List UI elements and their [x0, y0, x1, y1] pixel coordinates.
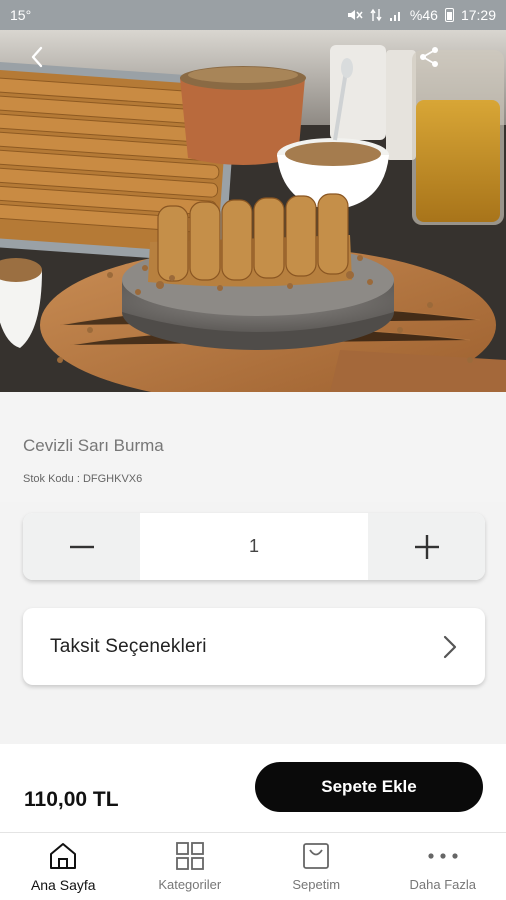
- tab-categories[interactable]: Kategoriler: [127, 833, 254, 900]
- installment-options-row[interactable]: Taksit Seçenekleri: [23, 608, 485, 685]
- tab-categories-label: Kategoriler: [158, 877, 222, 892]
- tab-more[interactable]: Daha Fazla: [380, 833, 506, 900]
- grid-icon: [175, 842, 204, 870]
- status-temperature: 15°: [10, 7, 32, 23]
- status-icons: %46 17:29: [347, 7, 496, 23]
- increase-quantity-button[interactable]: [368, 513, 485, 580]
- share-button[interactable]: [414, 42, 444, 72]
- purchase-bar: 110,00 TL Sepete Ekle: [0, 744, 506, 832]
- quantity-stepper: 1: [23, 513, 485, 580]
- mute-icon: [347, 8, 363, 22]
- minus-icon: [69, 545, 94, 548]
- tab-home[interactable]: Ana Sayfa: [0, 833, 127, 900]
- shopping-bag-icon: [303, 843, 330, 869]
- tab-home-label: Ana Sayfa: [30, 877, 96, 893]
- stock-code-value: DFGHKVX6: [82, 473, 143, 485]
- tab-more-label: Daha Fazla: [409, 877, 476, 892]
- signal-icon: [389, 8, 403, 22]
- quantity-value[interactable]: 1: [140, 513, 368, 580]
- bottom-tab-bar: Ana Sayfa Kategoriler Sepetim Daha Fazla: [0, 832, 506, 900]
- share-icon: [420, 47, 438, 67]
- status-time: 17:29: [460, 7, 496, 23]
- data-arrows-icon: [370, 8, 382, 22]
- battery-icon: [444, 8, 454, 22]
- tab-cart-label: Sepetim: [292, 877, 341, 892]
- product-image: [0, 30, 506, 392]
- stock-code-line: Stok Kodu : DFGHKVX6: [23, 473, 142, 485]
- product-info: Cevizli Sarı Burma Stok Kodu : DFGHKVX6: [0, 392, 506, 502]
- back-button[interactable]: [22, 42, 52, 72]
- plus-icon: [414, 534, 439, 559]
- home-icon: [50, 843, 77, 869]
- decrease-quantity-button[interactable]: [23, 513, 140, 580]
- tab-cart[interactable]: Sepetim: [253, 833, 380, 900]
- battery-percent: %46: [409, 7, 438, 23]
- chevron-right-icon: [443, 635, 457, 658]
- status-bar: 15° %46 17:29: [0, 0, 506, 30]
- product-price: 110,00 TL: [24, 788, 119, 811]
- product-name: Cevizli Sarı Burma: [23, 436, 164, 455]
- installment-options-label: Taksit Seçenekleri: [50, 635, 207, 657]
- back-arrow-icon: [31, 46, 43, 68]
- stock-code-label: Stok Kodu :: [23, 473, 80, 485]
- more-dots-icon: [428, 853, 458, 859]
- add-to-cart-button[interactable]: Sepete Ekle: [255, 762, 483, 812]
